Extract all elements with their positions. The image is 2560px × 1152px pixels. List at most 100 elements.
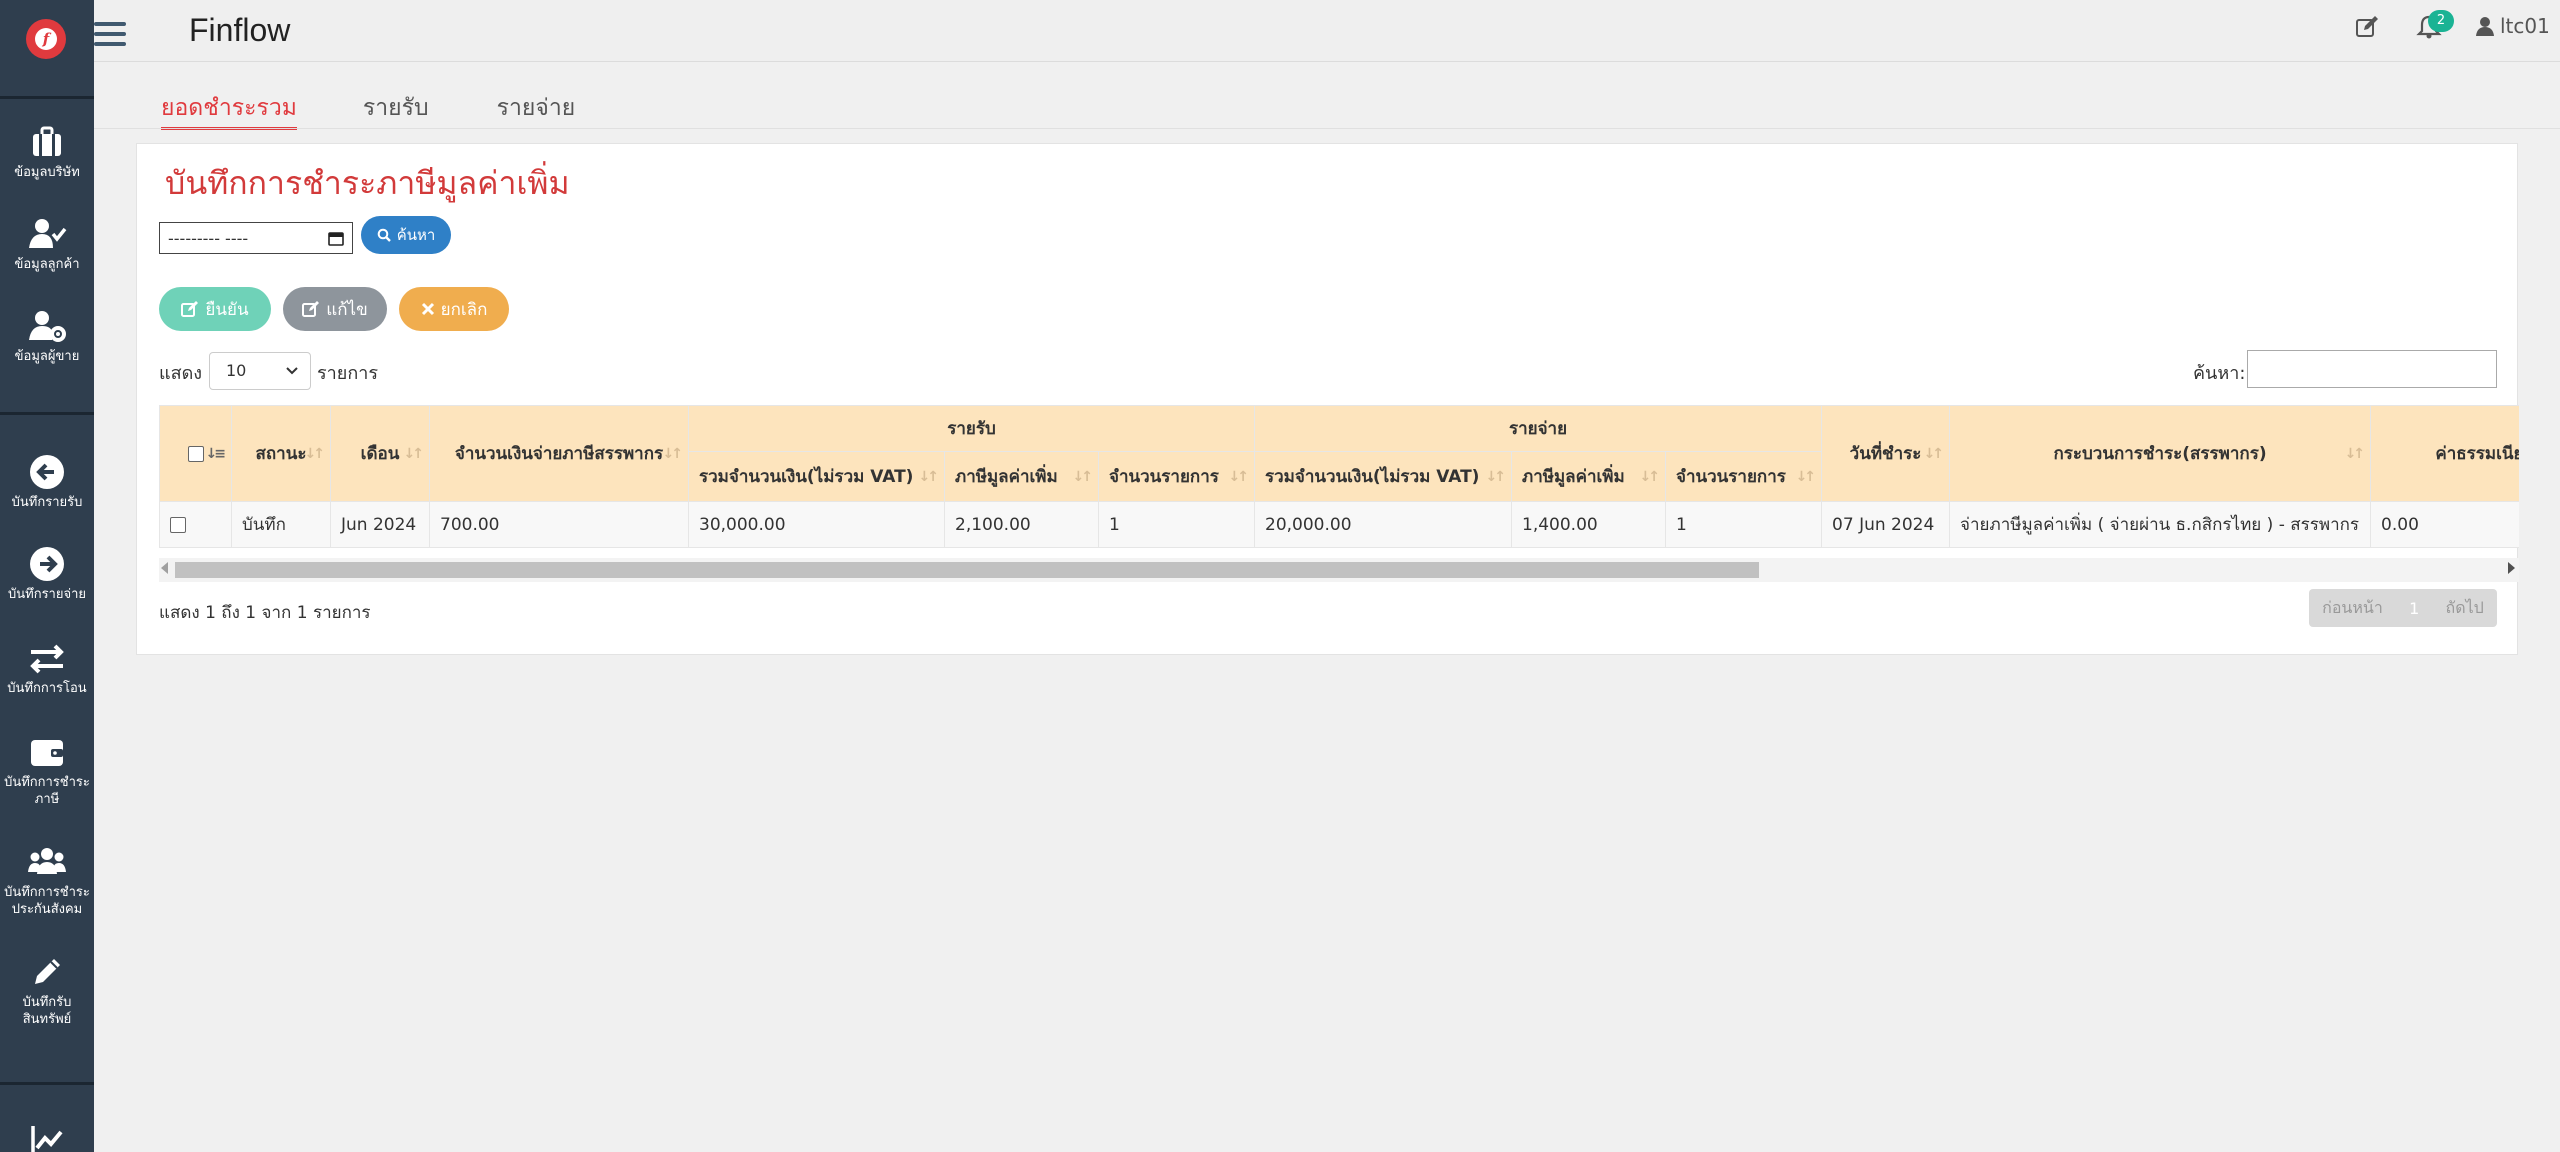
edit-button[interactable]: แก้ไข [283, 287, 387, 331]
col-income-total[interactable]: รวมจำนวนเงิน(ไม่รวม VAT) ↓↑ [688, 451, 945, 502]
user-gear-icon [29, 311, 66, 342]
sidebar-item-label: บันทึกรับ สินทรัพย์ [22, 995, 72, 1027]
search-button-label: ค้นหา [396, 226, 436, 244]
calendar-icon[interactable] [328, 230, 344, 246]
table-search-input[interactable] [2247, 350, 2497, 388]
user-menu[interactable]: ltc01 [2476, 14, 2550, 38]
edit-icon [181, 301, 199, 317]
page-length-suffix: รายการ [317, 363, 378, 384]
arrow-left-circle-icon [30, 455, 64, 489]
sidebar-item-vendor[interactable]: ข้อมูลผู้ขาย [0, 306, 94, 365]
sort-icon: ↓↑ [1795, 468, 1817, 485]
sort-desc-icon[interactable]: ↓≡ [206, 446, 227, 462]
sort-icon: ↓↑ [918, 468, 940, 485]
sort-icon: ↓↑ [1639, 468, 1661, 485]
app-logo[interactable]: f [26, 19, 66, 59]
sort-icon: ↓↑ [1072, 468, 1094, 485]
page-length-select[interactable]: 10 [209, 352, 311, 390]
col-pay-method[interactable]: กระบวนการชำระ(สรรพากร) ↓↑ [1949, 405, 2372, 502]
search-button[interactable]: ค้นหา [361, 216, 451, 254]
briefcase-icon [33, 126, 61, 156]
arrow-right-circle-icon [30, 547, 64, 581]
sidebar: f ข้อมูลบริษัท ข้อมูลลูกค้า ข้อมูลผู้ขาย… [0, 0, 94, 1152]
exchange-icon [30, 644, 64, 674]
app-title: Finflow [189, 12, 291, 48]
select-all-header: ↓≡ [159, 405, 232, 502]
col-expense-total[interactable]: รวมจำนวนเงิน(ไม่รวม VAT) ↓↑ [1254, 451, 1512, 502]
user-icon [2476, 17, 2494, 36]
cancel-button-label: ยกเลิก [440, 299, 488, 320]
sidebar-item-company[interactable]: ข้อมูลบริษัท [0, 122, 94, 181]
col-tax-paid[interactable]: จำนวนเงินจ่ายภาษีสรรพากร ↓↑ [429, 405, 689, 502]
sidebar-item-asset[interactable]: บันทึกรับ สินทรัพย์ [0, 952, 94, 1028]
sidebar-item-label: บันทึกการโอน [7, 681, 87, 696]
sidebar-item-label: ข้อมูลผู้ขาย [14, 349, 80, 364]
sidebar-divider [0, 1082, 94, 1085]
select-all-checkbox[interactable] [187, 445, 204, 462]
table-row[interactable]: บันทึก Jun 2024 700.00 30,000.00 2,100.0… [159, 501, 2519, 548]
sort-icon: ↓↑ [304, 445, 326, 462]
content-card: บันทึกการชำระภาษีมูลค่าเพิ่ม --------- -… [136, 143, 2519, 655]
col-month[interactable]: เดือน ↓↑ [330, 405, 430, 502]
sidebar-item-customer[interactable]: ข้อมูลลูกค้า [0, 214, 94, 273]
cell-pay-method: จ่ายภาษีมูลค่าเพิ่ม ( จ่ายผ่าน ธ.กสิกรไท… [1949, 501, 2372, 548]
cell-tax-paid: 700.00 [429, 501, 689, 548]
month-input[interactable]: --------- ---- [159, 222, 353, 254]
notification-badge: 2 [2428, 10, 2454, 32]
sidebar-item-report[interactable] [0, 1120, 94, 1152]
row-select-cell [159, 501, 232, 548]
sidebar-item-social-security[interactable]: บันทึกการชำระ ประกันสังคม [0, 842, 94, 918]
cell-expense-total: 20,000.00 [1254, 501, 1512, 548]
col-income-vat[interactable]: ภาษีมูลค่าเพิ่ม ↓↑ [944, 451, 1099, 502]
col-expense-vat[interactable]: ภาษีมูลค่าเพิ่ม ↓↑ [1511, 451, 1666, 502]
tab-total-payment[interactable]: ยอดชำระรวม [161, 78, 297, 130]
sort-icon: ↓↑ [2344, 445, 2366, 462]
sidebar-divider [0, 412, 94, 415]
tab-expense[interactable]: รายจ่าย [497, 78, 576, 130]
close-icon [421, 302, 434, 316]
scroll-right-arrow-icon[interactable] [2508, 562, 2515, 574]
prev-page-button[interactable]: ก่อนหน้า [2322, 596, 2383, 621]
sidebar-item-tax-payment[interactable]: บันทึกการชำระ ภาษี [0, 732, 94, 808]
confirm-button-label: ยืนยัน [205, 299, 249, 320]
sort-icon: ↓↑ [1228, 468, 1250, 485]
logo-icon: f [35, 28, 57, 50]
row-checkbox[interactable] [170, 516, 186, 533]
col-status[interactable]: สถานะ ↓↑ [231, 405, 331, 502]
sidebar-divider [0, 96, 94, 99]
col-fee[interactable]: ค่าธรรมเนียม↓↑ [2370, 405, 2519, 502]
cell-income-vat: 2,100.00 [944, 501, 1099, 548]
cell-income-total: 30,000.00 [688, 501, 945, 548]
edit-icon [302, 301, 320, 317]
col-income-count[interactable]: จำนวนรายการ ↓↑ [1098, 451, 1255, 502]
chart-line-icon [31, 1126, 63, 1152]
group-expense: รายจ่าย [1253, 405, 1823, 452]
cancel-button[interactable]: ยกเลิก [399, 287, 509, 331]
tab-income[interactable]: รายรับ [363, 78, 429, 130]
horizontal-scrollbar[interactable] [159, 558, 2519, 582]
sidebar-item-label: บันทึกรายจ่าย [7, 587, 86, 602]
group-income: รายรับ [688, 405, 1255, 452]
sidebar-item-label: ข้อมูลบริษัท [14, 165, 80, 180]
cell-expense-count: 1 [1664, 501, 1823, 548]
top-header: Finflow 2 ltc01 [94, 0, 2560, 62]
scroll-left-arrow-icon[interactable] [161, 562, 168, 574]
sidebar-item-label: บันทึกรายรับ [11, 495, 83, 510]
edit-icon[interactable] [2354, 14, 2380, 40]
col-expense-count[interactable]: จำนวนรายการ ↓↑ [1664, 451, 1823, 502]
col-pay-date[interactable]: วันที่ชำระ ↓↑ [1821, 405, 1951, 502]
wallet-icon [31, 740, 63, 766]
sidebar-item-transfer[interactable]: บันทึกการโอน [0, 638, 94, 697]
sidebar-item-expense[interactable]: บันทึกรายจ่าย [0, 544, 94, 603]
cell-status: บันทึก [231, 501, 331, 548]
edit-button-label: แก้ไข [326, 299, 368, 320]
scrollbar-thumb[interactable] [175, 562, 1759, 578]
sidebar-item-income[interactable]: บันทึกรายรับ [0, 452, 94, 511]
cell-month: Jun 2024 [330, 501, 430, 548]
sidebar-item-label: บันทึกการชำระ ประกันสังคม [4, 885, 90, 917]
sidebar-item-label: บันทึกการชำระ ภาษี [4, 775, 90, 807]
current-page[interactable]: 1 [2409, 599, 2419, 618]
menu-toggle-icon[interactable] [94, 22, 126, 48]
confirm-button[interactable]: ยืนยัน [159, 287, 271, 331]
next-page-button[interactable]: ถัดไป [2446, 596, 2484, 621]
